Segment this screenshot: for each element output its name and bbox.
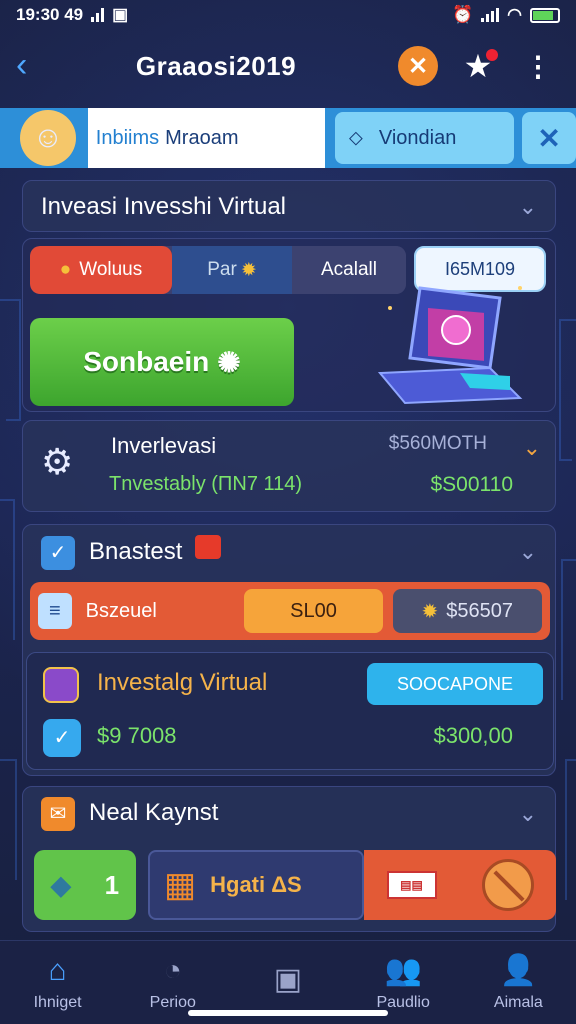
favorites-button[interactable]: ★: [456, 44, 500, 88]
laptop-illustration: [377, 286, 523, 405]
checklist-icon: ✓: [41, 535, 75, 570]
pin-icon: ●: [59, 259, 72, 280]
gear-icon: ✹: [421, 600, 439, 623]
nav-camera[interactable]: ▣: [233, 963, 343, 1003]
camera-icon: ▣: [273, 962, 303, 996]
nav-profile[interactable]: 👤 Aimala: [463, 954, 573, 1012]
wallet-icon: [43, 667, 79, 703]
inner-title: Investalg Virtual: [97, 669, 268, 696]
virtual-investment-card: Investalg Virtual SOOCAPONE ✓ $9 7008 $3…: [26, 652, 554, 770]
users-icon: 👥: [384, 953, 422, 987]
tab-viondian-label: Viondian: [378, 126, 457, 149]
tab-icon: ▣: [112, 5, 129, 24]
database-icon: ≡: [38, 593, 72, 629]
star-icon: ★: [464, 47, 499, 85]
avatar[interactable]: ☺: [20, 110, 76, 166]
chevron-icon: ⌄: [522, 435, 541, 460]
blocked-icon: [481, 859, 534, 911]
check-icon: ✓: [43, 719, 81, 757]
segmented-control: ● Woluus Par ✹ Acalall: [30, 246, 406, 294]
cell-signal-icon: [481, 8, 500, 22]
amount-button[interactable]: SL00: [244, 589, 383, 633]
badge-icon: [195, 534, 222, 559]
segment-par[interactable]: Par ✹: [172, 246, 292, 294]
wifi-icon: ◠: [507, 5, 522, 24]
investment-label: $560MOTH: [388, 433, 487, 454]
nav-home[interactable]: ⌂ Ihniget: [3, 954, 113, 1012]
section-virtual-investment[interactable]: Inveasi Invesshi Virtual ⌄: [22, 180, 556, 232]
reward-card[interactable]: ▦ Hgati ΔS: [148, 850, 364, 920]
mail-icon: ✉: [41, 797, 75, 831]
item-count-button[interactable]: ◆ 1: [34, 850, 136, 920]
budget-label: Bszeuel: [85, 599, 157, 622]
ticket-icon: ▤▤: [386, 871, 437, 899]
gear-icon: ✹: [240, 259, 257, 281]
sparkle-icon: ✺: [217, 346, 241, 378]
signal-icon: [91, 8, 105, 22]
top-banner: ☺ Inbiims Mraoam ⬦ Viondian ✕: [0, 108, 576, 168]
banner-close-button[interactable]: ✕: [522, 112, 576, 164]
segment-woluus[interactable]: ● Woluus: [30, 246, 172, 294]
tab-viondian[interactable]: ⬦ Viondian: [334, 112, 515, 164]
more-menu-button[interactable]: ⋮: [516, 44, 560, 88]
offers-panel[interactable]: ▤▤: [364, 850, 556, 920]
gear-box-icon: ⚙: [41, 441, 74, 482]
status-time: 19:30 49: [16, 5, 84, 24]
section-title: Inveasi Invesshi Virtual: [41, 193, 287, 220]
kebab-icon: ⋮: [524, 50, 552, 82]
home-icon: ⌂: [48, 953, 67, 987]
gear-value-button[interactable]: ✹ $56507: [392, 589, 542, 633]
cube-icon: ◆: [50, 869, 71, 900]
app-header: ‹ Graaosi2019 ✕ ★ ⋮: [0, 34, 576, 98]
nav-portfolio[interactable]: 👥 Paudlio: [348, 954, 458, 1012]
section-title: Bnastest: [89, 537, 183, 565]
home-indicator[interactable]: [188, 1010, 388, 1016]
tab-profile[interactable]: Inbiims Mraoam: [87, 108, 325, 168]
tab-profile-label-b: Mraoam: [165, 126, 239, 149]
nav-period[interactable]: ◔ Perioo: [118, 954, 228, 1012]
back-icon[interactable]: ‹: [16, 48, 52, 84]
investment-value: $S00110: [430, 473, 513, 496]
right-value: $300,00: [433, 723, 513, 748]
cta-button[interactable]: SOOCAPONE: [367, 663, 543, 705]
budget-row: ≡ Bszeuel SL00 ✹ $56507: [30, 582, 550, 640]
status-bar: 19:30 49 ▣ ⏰ ◠: [0, 0, 576, 30]
close-button[interactable]: ✕: [396, 44, 440, 88]
section-title: Neal Kaynst: [89, 799, 219, 826]
investment-summary-card[interactable]: ⚙ Inverlevasi Tnvestably (ΠΝ7 114) $560M…: [22, 420, 556, 512]
gauge-icon: ◔: [163, 953, 182, 987]
alarm-icon: ⏰: [451, 5, 474, 24]
page-title: Graaosi2019: [135, 50, 297, 81]
box-icon: ▦: [164, 866, 197, 904]
battery-icon: [530, 7, 560, 23]
chevron-down-icon[interactable]: ⌄: [519, 801, 537, 827]
user-icon: 👤: [499, 953, 538, 987]
left-value: $9 7008: [97, 723, 177, 748]
investment-subtitle: Tnvestably (ΠΝ7 114): [109, 473, 303, 495]
close-icon: ✕: [398, 46, 438, 86]
chevron-down-icon: ⌄: [518, 194, 537, 219]
submit-button[interactable]: Sonbaein ✺: [30, 318, 294, 406]
investment-title: Inverlevasi: [111, 433, 217, 458]
tag-icon: ⬦: [348, 126, 363, 149]
chevron-down-icon[interactable]: ⌄: [519, 539, 537, 565]
tab-profile-label-a: Inbiims: [95, 126, 160, 149]
